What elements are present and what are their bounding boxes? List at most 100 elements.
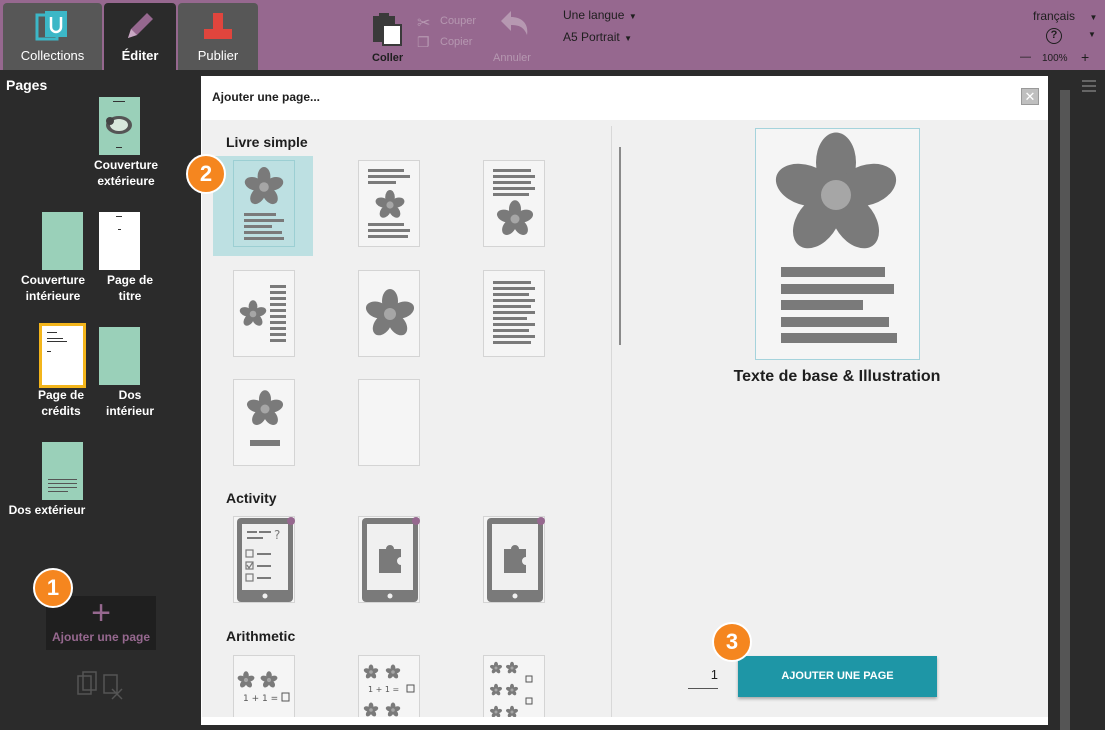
chevron-down-icon: ▼: [1089, 13, 1098, 22]
template-activity-puzzle-2[interactable]: [483, 516, 545, 603]
flower-beside-text-thumb-icon: [238, 285, 286, 342]
text-flower-thumb-icon: [493, 169, 535, 238]
page-count-input[interactable]: 1: [688, 667, 718, 689]
ui-language-value: français: [1033, 9, 1076, 23]
chevron-down-icon: ▼: [628, 12, 637, 21]
chevron-down-icon: ▼: [624, 34, 633, 43]
section-title-activity: Activity: [226, 490, 277, 506]
template-activity-quiz[interactable]: ?: [233, 516, 295, 603]
dialog-divider: [611, 126, 612, 717]
add-page-confirm-button[interactable]: AJOUTER UNE PAGE: [738, 656, 937, 697]
callout-badge: 3: [712, 622, 752, 662]
help-button[interactable]: ?: [1046, 28, 1062, 44]
template-text-picture[interactable]: [483, 160, 545, 247]
tablet-puzzle-icon: [487, 517, 545, 602]
zoom-level: 100%: [1042, 53, 1068, 64]
dialog-close-button[interactable]: ✕: [1021, 88, 1039, 105]
paste-label: Coller: [372, 52, 404, 64]
tablet-quiz-icon: ?: [237, 517, 295, 602]
template-preview: [755, 128, 920, 360]
flower-text-thumb-icon: [243, 167, 285, 240]
preview-label: Texte de base & Illustration: [733, 368, 941, 385]
pages-title: Pages: [6, 77, 48, 93]
copy-button[interactable]: Copier: [440, 36, 472, 48]
callout-badge: 2: [186, 154, 226, 194]
template-basic-text-illustration[interactable]: [233, 160, 295, 247]
page-thumb-outside-cover[interactable]: [99, 97, 140, 155]
undo-icon: [501, 11, 528, 35]
add-page-dialog: Ajouter une page... ✕ Livre simple Activ…: [201, 76, 1048, 725]
callout-badge: 1: [33, 568, 73, 608]
page-thumb-label: Couverture intérieure: [20, 273, 85, 303]
tab-edit[interactable]: Éditer: [104, 3, 176, 70]
tab-collections-label: Collections: [20, 48, 85, 63]
svg-text:?: ?: [274, 528, 280, 542]
page-thumb-outside-back[interactable]: [42, 442, 83, 500]
tab-edit-label: Éditer: [121, 48, 159, 63]
arithmetic-flowers-icon: 1 + 1 =: [236, 671, 290, 704]
copy-icon: ❐: [417, 34, 430, 50]
text-flower-text-thumb-icon: [368, 169, 410, 238]
language-mode-value: Une langue: [563, 8, 625, 22]
page-thumb-label: Dos extérieur: [8, 503, 86, 517]
ui-language-dropdown[interactable]: français ▼: [1033, 7, 1097, 25]
dialog-body: Livre simple Activity ? Arithmetic 1 + 1…: [202, 120, 1048, 717]
section-title-simple-book: Livre simple: [226, 134, 308, 150]
page-thumb-inside-cover[interactable]: [42, 212, 83, 270]
template-picture-caption[interactable]: [233, 379, 295, 466]
template-picture-beside-text[interactable]: [233, 270, 295, 357]
language-mode-dropdown[interactable]: Une langue ▼: [563, 6, 637, 24]
tab-publish-label: Publier: [197, 48, 239, 63]
page-size-value: A5 Portrait: [563, 30, 620, 44]
tab-publish[interactable]: Publier: [178, 3, 258, 70]
menu-icon[interactable]: [1082, 80, 1096, 82]
chevron-down-icon[interactable]: ▼: [1088, 30, 1096, 39]
page-thumb-title-page[interactable]: [99, 212, 140, 270]
menu-icon-line: [1082, 85, 1096, 87]
template-blank[interactable]: [358, 379, 420, 466]
zoom-out-button[interactable]: —: [1020, 51, 1031, 63]
cat-illustration-icon: [106, 101, 132, 148]
tab-collections[interactable]: Collections: [3, 3, 102, 70]
flower-only-thumb-icon: [363, 289, 417, 339]
page-size-dropdown[interactable]: A5 Portrait ▼: [563, 28, 632, 46]
top-toolbar: Collections Éditer Publier Coller ✂ Coup…: [0, 0, 1105, 70]
section-title-arithmetic: Arithmetic: [226, 628, 296, 644]
template-activity-puzzle-1[interactable]: [358, 516, 420, 603]
page-thumb-label: Page de titre: [106, 273, 154, 303]
close-icon: ✕: [1024, 89, 1036, 104]
list-scrollbar[interactable]: [619, 147, 621, 345]
text-only-thumb-icon: [493, 281, 535, 344]
svg-text:1 + 1 =: 1 + 1 =: [243, 694, 278, 704]
template-text-only[interactable]: [483, 270, 545, 357]
paste-button[interactable]: Coller: [364, 8, 412, 68]
template-picture-only[interactable]: [358, 270, 420, 357]
scrollbar[interactable]: [1060, 90, 1070, 730]
page-thumb-inside-back[interactable]: [99, 327, 140, 385]
flower-caption-thumb-icon: [245, 390, 285, 446]
arithmetic-flowers-icon: 1 + 1 =: [363, 664, 415, 717]
add-page-label: Ajouter une page: [51, 630, 150, 644]
help-icon: ?: [1050, 29, 1058, 41]
flower-text-preview-icon: [770, 132, 902, 343]
arithmetic-flowers-icon: [489, 661, 533, 717]
clipboard-icon: [373, 13, 402, 46]
template-arithmetic-2[interactable]: 1 + 1 =: [358, 655, 420, 717]
svg-text:1 + 1 =: 1 + 1 =: [368, 685, 399, 694]
publish-icon: [204, 13, 232, 39]
duplicate-page-icon[interactable]: [76, 671, 126, 701]
template-arithmetic-1[interactable]: 1 + 1 =: [233, 655, 295, 717]
cut-button[interactable]: Couper: [440, 15, 476, 27]
undo-button[interactable]: Annuler: [493, 52, 531, 64]
zoom-in-button[interactable]: +: [1081, 49, 1089, 65]
pencil-icon: [128, 13, 153, 38]
page-thumb-label: Page de crédits: [37, 388, 85, 418]
menu-icon-line: [1082, 90, 1096, 92]
template-text-picture-text[interactable]: [358, 160, 420, 247]
scissors-icon: ✂: [417, 15, 431, 32]
collections-icon: [35, 11, 67, 41]
template-arithmetic-3[interactable]: [483, 655, 545, 717]
page-thumb-credits-page[interactable]: [39, 323, 86, 388]
tablet-puzzle-icon: [362, 517, 420, 602]
page-thumb-label: Couverture extérieure: [93, 158, 158, 188]
